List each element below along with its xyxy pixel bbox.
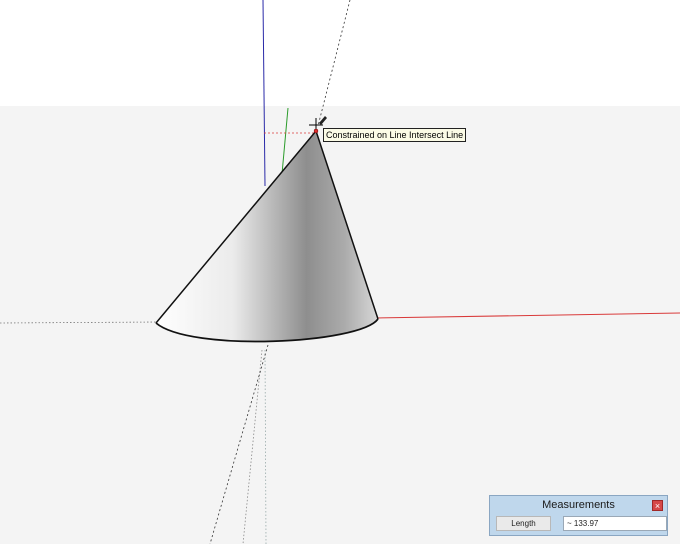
close-icon[interactable]: × bbox=[652, 500, 663, 511]
sky bbox=[0, 0, 680, 106]
measurements-toolbar: Measurements × Length ~ 133.97 bbox=[489, 495, 668, 536]
length-label: Length bbox=[496, 516, 551, 531]
length-value-field[interactable]: ~ 133.97 bbox=[563, 516, 667, 531]
model-viewport[interactable]: Constrained on Line Intersect Line bbox=[0, 0, 680, 544]
scene-canvas[interactable] bbox=[0, 0, 680, 544]
inference-tooltip: Constrained on Line Intersect Line bbox=[323, 128, 467, 142]
measurements-title: Measurements bbox=[542, 499, 615, 511]
